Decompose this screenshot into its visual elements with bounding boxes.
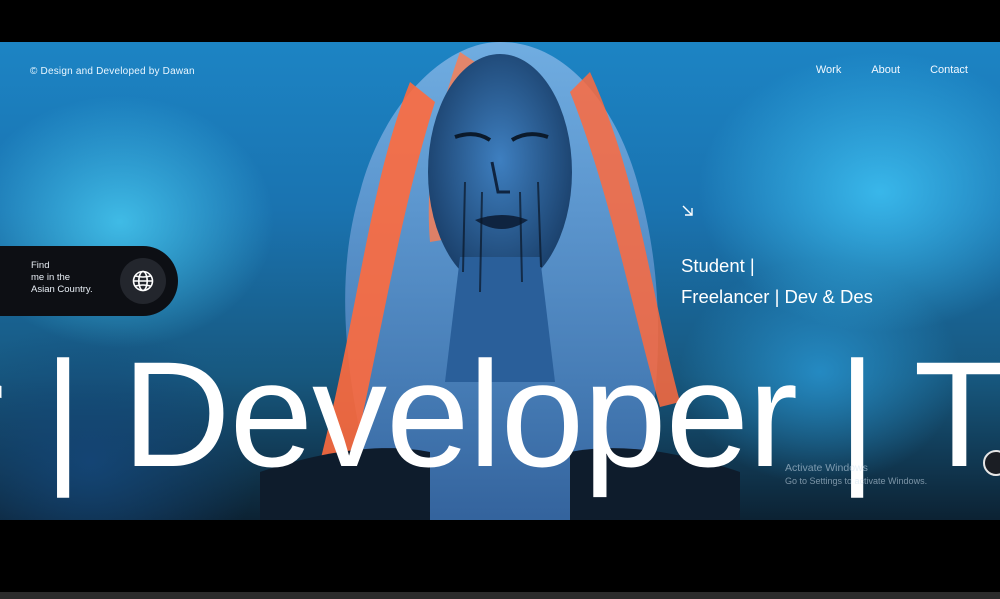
letterbox-top [0, 0, 1000, 42]
location-line-3: Asian Country. [31, 284, 93, 295]
globe-icon [132, 270, 154, 292]
overlay-title: Activate Windows [785, 462, 868, 474]
activate-windows-overlay: Activate Windows Go to Settings to activ… [785, 462, 927, 488]
nav-contact-link[interactable]: Contact [930, 64, 968, 76]
location-pill: Find me in the Asian Country. [0, 246, 178, 316]
location-line-2: me in the [31, 272, 71, 283]
globe-button[interactable] [120, 258, 166, 304]
bottom-strip [0, 592, 1000, 599]
overlay-subtitle: Go to Settings to activate Windows. [785, 476, 928, 486]
arrow-down-right-icon [682, 205, 693, 216]
top-nav: Work About Contact [816, 64, 968, 76]
tagline-line-2: Freelancer | Dev & Des [681, 286, 873, 307]
credit-text: © Design and Developed by Dawan [30, 66, 195, 77]
nav-work-link[interactable]: Work [816, 64, 841, 76]
tagline-line-1: Student | [681, 255, 755, 276]
location-text: Find me in the Asian Country. [31, 260, 93, 296]
nav-about-link[interactable]: About [871, 64, 900, 76]
tagline: Student | Freelancer | Dev & Des [681, 250, 873, 312]
hero-section: © Design and Developed by Dawan Work Abo… [0, 42, 1000, 520]
letterbox-bottom [0, 520, 1000, 599]
location-line-1: Find [31, 260, 50, 271]
